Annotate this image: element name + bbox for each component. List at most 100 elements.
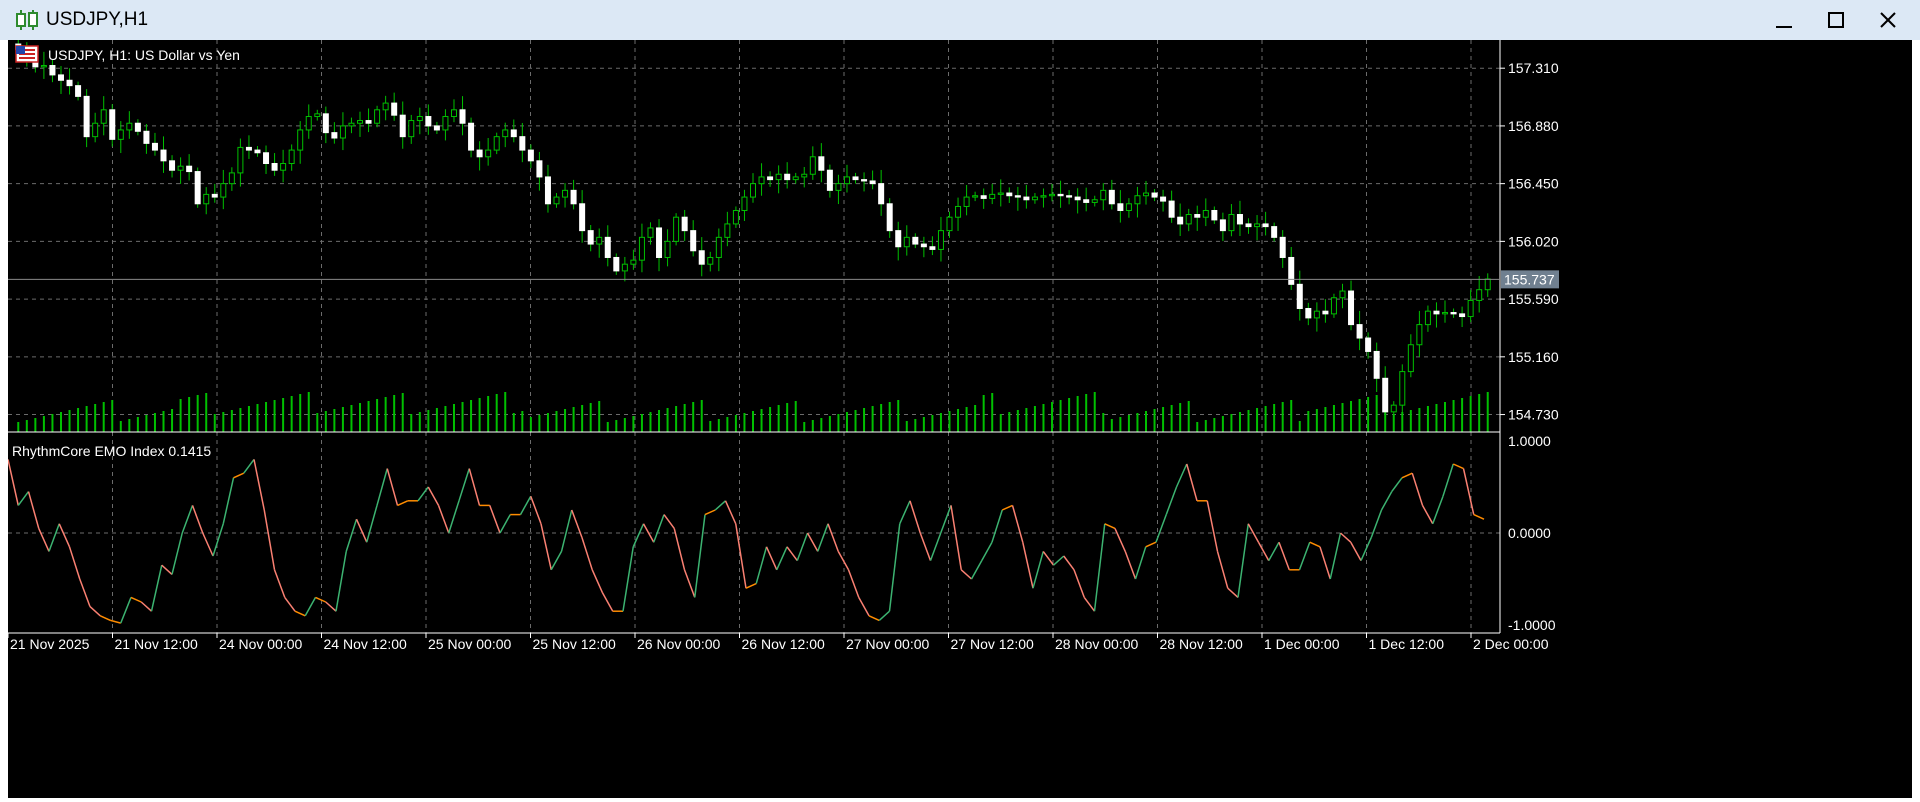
candle-body bbox=[527, 149, 534, 162]
candle-body bbox=[1117, 203, 1124, 211]
candle-body bbox=[399, 114, 406, 138]
indicator-segment bbox=[38, 528, 50, 552]
indicator-segment bbox=[355, 518, 368, 543]
indicator-segment bbox=[1401, 472, 1413, 479]
candle-body bbox=[852, 176, 859, 181]
candle-body bbox=[792, 176, 799, 181]
indicator-segment bbox=[99, 615, 111, 622]
indicator-segment bbox=[560, 509, 573, 552]
candle-body bbox=[450, 109, 457, 118]
time-tick-label: 1 Dec 00:00 bbox=[1264, 636, 1340, 652]
chart-canvas[interactable]: 157.310 156.880 156.450 156.020 155.590 155.1… bbox=[8, 40, 1912, 798]
candle-body bbox=[878, 183, 885, 205]
candle-body bbox=[382, 102, 389, 111]
indicator-segment bbox=[745, 582, 757, 589]
candle-body bbox=[1322, 310, 1329, 315]
indicator-segment bbox=[950, 505, 962, 570]
symbol-label-group: USDJPY, H1: US Dollar vs Yen bbox=[15, 45, 240, 63]
candle-body bbox=[715, 236, 722, 258]
candle-body bbox=[1168, 200, 1175, 218]
candle-body bbox=[75, 85, 82, 97]
candle-body bbox=[143, 130, 150, 144]
candle-body bbox=[348, 122, 355, 127]
candle-body bbox=[357, 120, 364, 124]
candle-body bbox=[690, 230, 697, 252]
candle-body bbox=[596, 236, 603, 245]
close-button[interactable] bbox=[1862, 0, 1914, 40]
indicator-segment bbox=[1114, 528, 1126, 552]
indicator-tick-label: -1.0000 bbox=[1508, 617, 1556, 633]
indicator-segment bbox=[8, 459, 19, 506]
candle-body bbox=[912, 236, 919, 245]
candle-body bbox=[929, 246, 936, 250]
indicator-segment bbox=[233, 472, 245, 479]
symbol-label: USDJPY, H1: US Dollar vs Yen bbox=[48, 47, 240, 63]
indicator-segment bbox=[1329, 532, 1342, 580]
indicator-segment bbox=[601, 592, 614, 612]
indicator-segment bbox=[315, 596, 327, 603]
indicator-segment bbox=[1001, 504, 1013, 511]
candle-body bbox=[664, 240, 671, 258]
candle-body bbox=[237, 146, 244, 174]
indicator-segment bbox=[1073, 569, 1085, 598]
candle-body bbox=[177, 165, 184, 171]
indicator-segment bbox=[1175, 463, 1188, 488]
indicator-segment bbox=[796, 532, 809, 561]
maximize-icon bbox=[1828, 12, 1844, 28]
indicator-segment bbox=[837, 551, 850, 571]
indicator-segment bbox=[437, 505, 450, 534]
indicator-segment bbox=[212, 523, 224, 557]
candle-body bbox=[989, 193, 996, 199]
candle-body bbox=[758, 176, 765, 185]
candle-body bbox=[305, 116, 312, 131]
candle-body bbox=[955, 205, 962, 218]
symbol-flag-icon bbox=[15, 45, 39, 63]
indicator-segment bbox=[17, 491, 30, 506]
indicator-segment bbox=[550, 551, 563, 571]
indicator-segment bbox=[1380, 491, 1393, 511]
indicator-segment bbox=[222, 477, 235, 524]
time-tick-label: 28 Nov 12:00 bbox=[1160, 636, 1243, 652]
candle-body bbox=[767, 176, 774, 181]
indicator-segment bbox=[765, 546, 778, 571]
time-tick-label: 26 Nov 12:00 bbox=[742, 636, 825, 652]
time-tick-label: 28 Nov 00:00 bbox=[1055, 636, 1138, 652]
indicator-segment bbox=[427, 486, 440, 506]
candle-body bbox=[1006, 192, 1013, 197]
candle-body bbox=[476, 149, 483, 158]
candle-body bbox=[49, 65, 56, 76]
indicator-segment bbox=[724, 500, 737, 525]
indicator-segment bbox=[1011, 505, 1024, 543]
indicator-segment bbox=[1165, 486, 1178, 515]
indicator-segment bbox=[909, 500, 921, 534]
candle-body bbox=[544, 176, 551, 205]
candle-body bbox=[408, 120, 415, 138]
candle-body bbox=[1348, 290, 1355, 326]
candle-body bbox=[1074, 196, 1081, 201]
candle-body bbox=[553, 196, 560, 205]
chart-window[interactable]: 157.310 156.880 156.450 156.020 155.590 155.1… bbox=[8, 40, 1912, 798]
candle-body bbox=[1194, 214, 1201, 218]
indicator-segment bbox=[1227, 587, 1239, 598]
maximize-button[interactable] bbox=[1810, 0, 1862, 40]
candle-body bbox=[1373, 350, 1380, 379]
candle-body bbox=[1288, 256, 1295, 285]
indicator-segment bbox=[1063, 555, 1075, 571]
candle-body bbox=[57, 74, 64, 81]
indicator-segment bbox=[1391, 477, 1403, 493]
candle-body bbox=[963, 196, 970, 207]
axis-layer: 157.310 156.880 156.450 156.020 155.590 155.1… bbox=[8, 40, 1559, 652]
indicator-tick-label: 1.0000 bbox=[1508, 433, 1551, 449]
candle-body bbox=[1476, 289, 1483, 301]
candle-body bbox=[1108, 189, 1115, 205]
indicator-segment bbox=[1093, 523, 1106, 612]
candle-body bbox=[724, 223, 731, 238]
indicator-segment bbox=[1421, 505, 1434, 525]
minimize-button[interactable] bbox=[1758, 0, 1810, 40]
indicator-segment bbox=[79, 578, 91, 607]
title-bar: USDJPY,H1 bbox=[0, 0, 1920, 40]
candle-body bbox=[536, 160, 543, 178]
candle-body bbox=[562, 189, 569, 198]
candle-body bbox=[587, 230, 594, 245]
indicator-segment bbox=[1473, 513, 1485, 520]
